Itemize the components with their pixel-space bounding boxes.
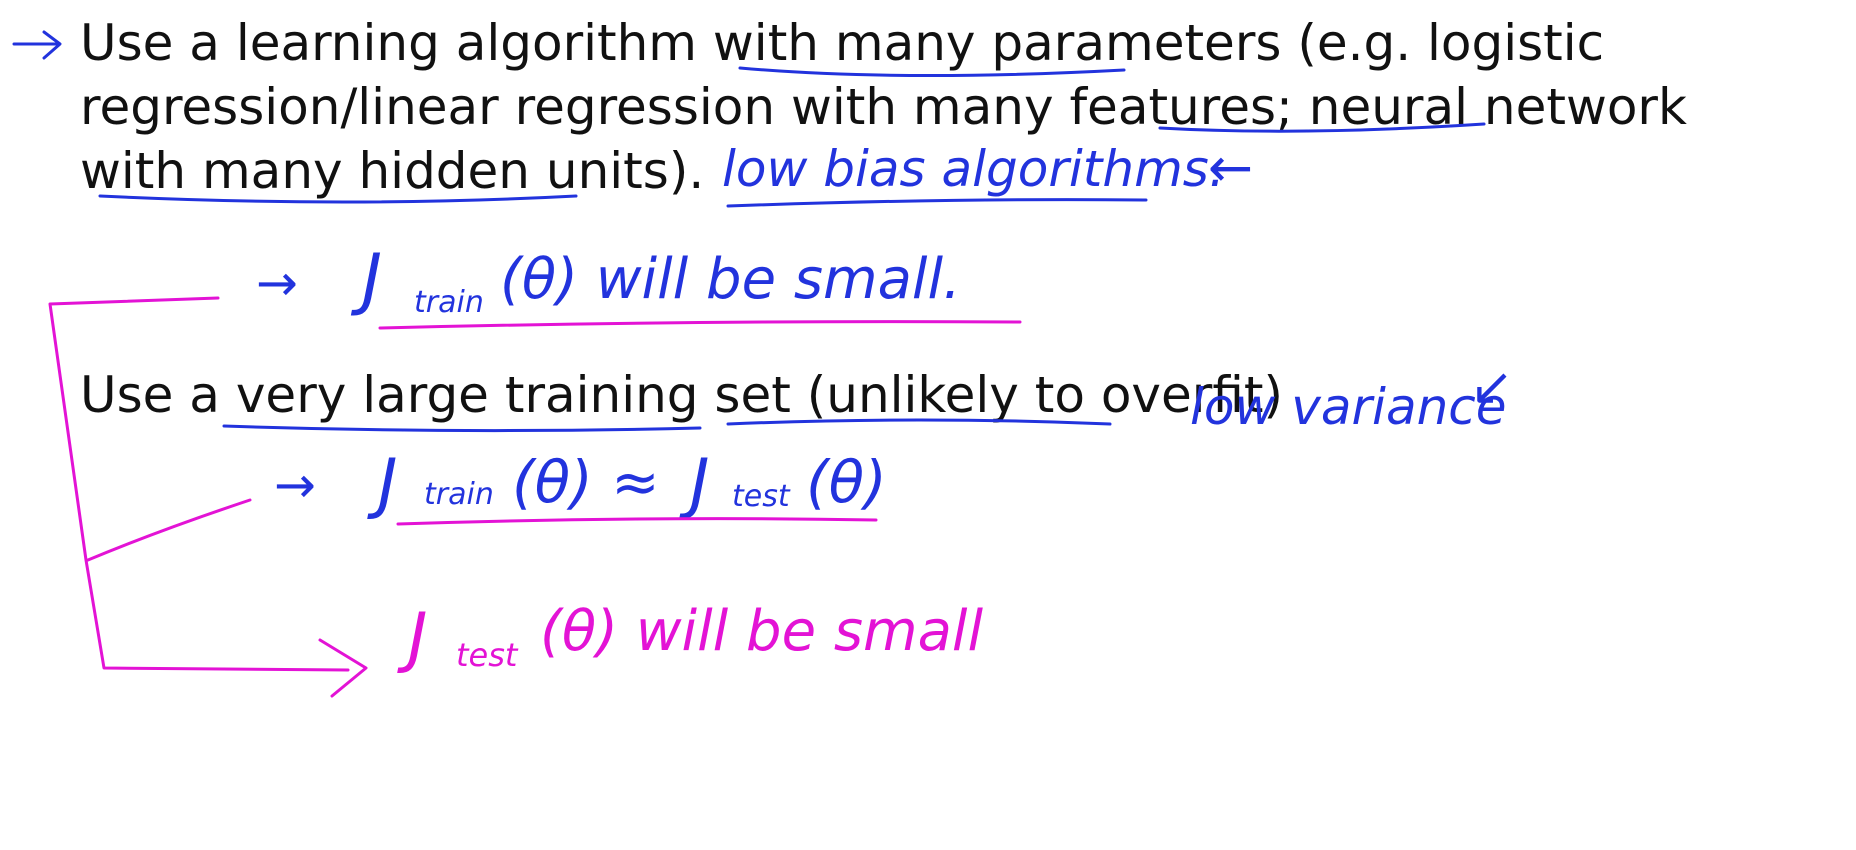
pink-bracket-arrow-icon	[48, 296, 368, 698]
underline-many-parameters	[738, 66, 1126, 78]
approx-arrow-icon: →	[274, 456, 316, 514]
approx-J2: J	[679, 445, 709, 522]
arrow-down-left-icon: ↙	[1470, 357, 1514, 417]
test-small-subscript: test	[456, 636, 519, 674]
approx-J1: J	[367, 445, 397, 522]
approx-end: (θ)	[806, 448, 887, 516]
underline-low-bias	[726, 198, 1148, 208]
underline-approx	[396, 517, 878, 526]
low-variance-annotation: low variance	[1190, 378, 1507, 436]
underline-hidden-units	[98, 194, 578, 204]
approx-subscript-train: train	[424, 477, 494, 512]
train-small-J: J	[350, 240, 382, 319]
train-small-rest: (θ) will be small.	[500, 247, 961, 312]
underline-neural-network	[1158, 122, 1486, 133]
approx-middle: (θ) ≈	[512, 448, 660, 516]
train-small-arrow-icon: →	[256, 254, 298, 312]
underline-large-training-set	[222, 424, 702, 433]
train-small-subscript: train	[414, 285, 484, 320]
bullet1-arrow-icon	[12, 30, 62, 60]
approx-subscript-test: test	[732, 479, 791, 514]
arrow-left-icon: ←	[1208, 136, 1253, 199]
test-small-rest: (θ) will be small	[540, 599, 983, 664]
test-small-J: J	[397, 599, 427, 676]
underline-unlikely-overfit	[726, 418, 1112, 426]
lecture-slide: Use a learning algorithm with many param…	[0, 0, 1856, 850]
ink-layer: low bias algorithms. ← → J train (θ) wil…	[12, 30, 1514, 698]
underline-train-small	[378, 320, 1022, 330]
low-bias-annotation: low bias algorithms.	[722, 140, 1225, 198]
